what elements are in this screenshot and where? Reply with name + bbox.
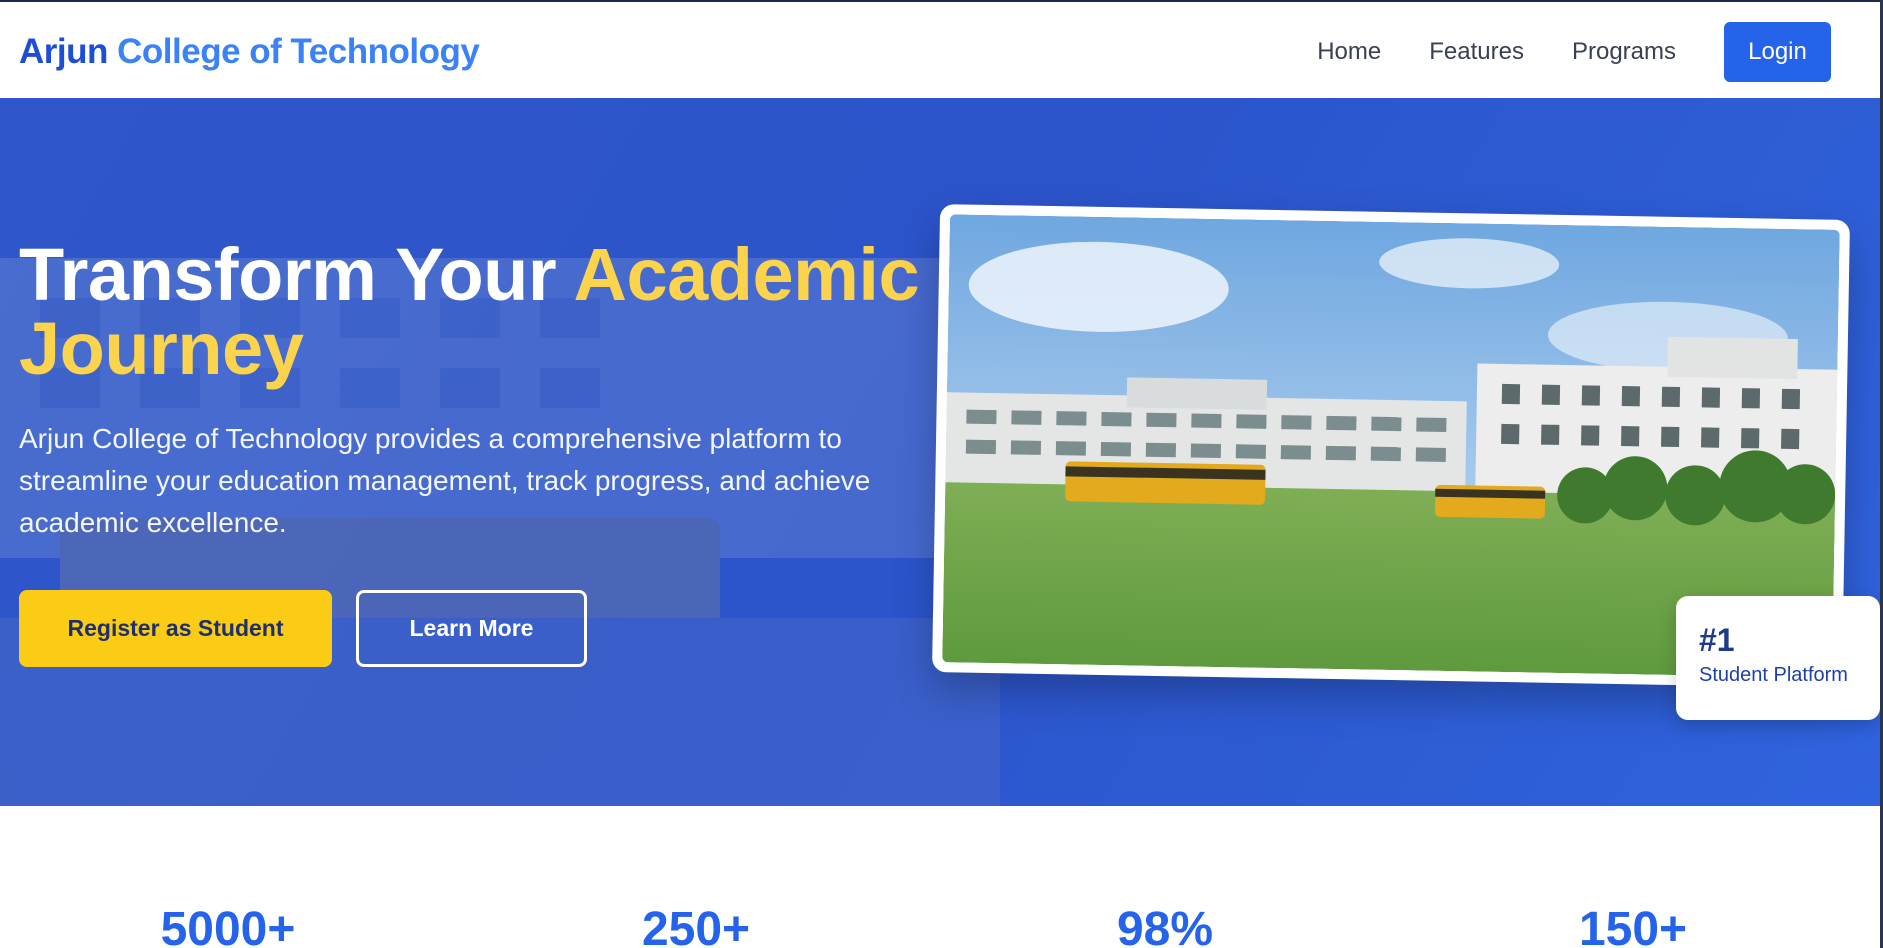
top-navigation-bar: Arjun College of Technology Home Feature… bbox=[0, 0, 1883, 98]
hero-title-highlight-2: Journey bbox=[19, 307, 304, 390]
hero-title-highlight: Academic bbox=[573, 233, 920, 316]
main-nav: Home Features Programs Login bbox=[1317, 22, 1831, 82]
stat-value-programs: 150+ bbox=[1578, 903, 1688, 948]
hero-title-text: Transform Your bbox=[19, 233, 557, 316]
login-button[interactable]: Login bbox=[1724, 22, 1831, 82]
nav-link-home[interactable]: Home bbox=[1317, 38, 1381, 66]
hero-section: Transform Your Academic Journey Arjun Co… bbox=[0, 98, 1880, 806]
stat-value-success-rate: 98% bbox=[1116, 903, 1214, 948]
nav-link-programs[interactable]: Programs bbox=[1572, 38, 1676, 66]
nav-link-features[interactable]: Features bbox=[1429, 38, 1524, 66]
learn-more-button[interactable]: Learn More bbox=[356, 590, 587, 667]
brand-name-part1: Arjun bbox=[19, 32, 108, 71]
brand-name-part2: College of Technology bbox=[117, 32, 480, 71]
register-as-student-button[interactable]: Register as Student bbox=[19, 590, 332, 667]
stat-value-students: 5000+ bbox=[160, 903, 296, 948]
badge-number: #1 bbox=[1699, 622, 1735, 658]
stat-value-faculty: 250+ bbox=[641, 903, 751, 948]
ranking-badge: #1 Student Platform bbox=[1676, 596, 1880, 720]
stats-section: 5000+ 250+ 98% 150+ bbox=[0, 806, 1880, 948]
hero-title: Transform Your Academic Journey bbox=[19, 238, 920, 386]
badge-label: Student Platform bbox=[1699, 664, 1848, 686]
site-logo[interactable]: Arjun College of Technology bbox=[19, 32, 480, 72]
hero-description: Arjun College of Technology provides a c… bbox=[19, 423, 871, 538]
